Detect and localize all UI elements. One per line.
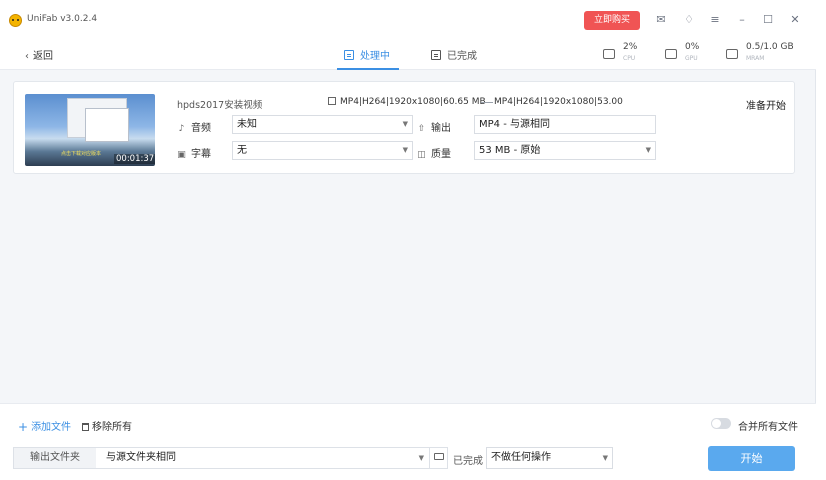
after-done-value: 不做任何操作 [491, 452, 551, 463]
task-card: 点击下载对应版本 00:01:37 hpds2017安装视频 MP4|H264|… [13, 81, 795, 174]
tab-processing-label: 处理中 [360, 51, 390, 62]
quality-label-text: 质量 [431, 149, 451, 160]
done-label: 已完成 [453, 456, 483, 467]
source-info: MP4|H264|1920x1080|60.65 MB [328, 97, 486, 107]
gpu-value: 0% [685, 42, 700, 52]
subtitle-select[interactable]: 无 ▼ [232, 141, 413, 160]
buy-button[interactable]: 立即购买 [584, 11, 640, 30]
memory-label: MRAM [746, 55, 765, 62]
output-folder-label: 输出文件夹 [13, 447, 97, 469]
active-tab-indicator [337, 68, 399, 70]
remove-all-label: 移除所有 [92, 422, 132, 433]
task-status: 准备开始 [746, 101, 786, 112]
chevron-left-icon: ‹ [25, 51, 29, 62]
app-logo-icon [9, 14, 22, 27]
gpu-label: GPU [685, 55, 698, 62]
open-folder-button[interactable] [429, 447, 448, 469]
output-label-text: 输出 [431, 123, 451, 134]
tab-processing[interactable]: 处理中 [344, 47, 390, 62]
back-button[interactable]: ‹ 返回 [25, 47, 53, 62]
title-bar: UniFab v3.0.2.4 立即购买 ✉ ♢ ≡ – ☐ ✕ [0, 0, 816, 40]
edit-icon[interactable] [328, 97, 336, 105]
plus-icon: + [18, 420, 29, 434]
maximize-icon[interactable]: ☐ [761, 13, 775, 27]
subtitle-label: ▣ 字幕 [177, 145, 211, 160]
add-file-button[interactable]: + 添加文件 [18, 418, 71, 434]
audio-label: ♪ 音频 [177, 119, 211, 134]
chevron-down-icon: ▼ [402, 120, 408, 128]
audio-label-text: 音频 [191, 123, 211, 134]
memory-icon [726, 49, 738, 59]
checklist-icon [431, 50, 441, 60]
output-format-value: MP4 - 与源相同 [479, 119, 550, 130]
export-icon: ⇧ [417, 124, 426, 134]
file-name: hpds2017安装视频 [177, 100, 263, 111]
thumbnail-window [85, 108, 129, 142]
chevron-down-icon: ▼ [602, 454, 608, 462]
output-folder-value: 与源文件夹相同 [106, 452, 176, 463]
remove-all-button[interactable]: 移除所有 [82, 418, 132, 433]
subtitle-select-value: 无 [237, 145, 247, 156]
cpu-label: CPU [623, 55, 636, 62]
app-title: UniFab v3.0.2.4 [27, 14, 98, 24]
tab-completed[interactable]: 已完成 [431, 47, 477, 62]
start-button[interactable]: 开始 [708, 446, 795, 471]
menu-icon[interactable]: ≡ [708, 13, 722, 27]
add-file-label: 添加文件 [31, 422, 72, 433]
output-label: ⇧ 输出 [417, 119, 451, 134]
mail-icon[interactable]: ✉ [654, 13, 668, 27]
cpu-value: 2% [623, 42, 638, 52]
folder-icon [433, 453, 444, 460]
merge-toggle[interactable] [711, 418, 731, 429]
video-duration: 00:01:37 [114, 154, 155, 164]
thumbnail-caption: 点击下载对应版本 [61, 151, 102, 157]
gpu-icon [665, 49, 677, 59]
quality-select-value: 53 MB - 原始 [479, 145, 541, 156]
trash-icon [82, 423, 89, 431]
tab-completed-label: 已完成 [447, 51, 477, 62]
source-info-text: MP4|H264|1920x1080|60.65 MB [340, 97, 486, 107]
cpu-icon [603, 49, 615, 59]
output-format-select[interactable]: MP4 - 与源相同 [474, 115, 656, 134]
merge-label: 合并所有文件 [738, 422, 798, 433]
app-window: UniFab v3.0.2.4 立即购买 ✉ ♢ ≡ – ☐ ✕ ‹ 返回 处理中… [0, 0, 816, 480]
quality-icon: ◫ [417, 150, 426, 160]
audio-select[interactable]: 未知 ▼ [232, 115, 413, 134]
back-label: 返回 [33, 51, 53, 62]
bottom-bar: + 添加文件 移除所有 合并所有文件 输出文件夹 与源文件夹相同 ▼ 已完成 不做任… [0, 403, 816, 480]
video-thumbnail[interactable]: 点击下载对应版本 00:01:37 [25, 94, 155, 166]
audio-select-value: 未知 [237, 119, 257, 130]
quality-select[interactable]: 53 MB - 原始 ▼ [474, 141, 656, 160]
chevron-down-icon: ▼ [402, 146, 408, 154]
subtitle-icon: ▣ [177, 150, 186, 160]
chevron-down-icon: ▼ [645, 146, 651, 154]
memory-value: 0.5/1.0 GB [746, 42, 794, 52]
target-info: MP4|H264|1920x1080|53.00 [494, 97, 623, 107]
shirt-icon[interactable]: ♢ [682, 13, 696, 27]
chevron-down-icon: ▼ [418, 454, 424, 462]
microphone-icon: ♪ [178, 124, 185, 134]
list-icon [344, 50, 354, 60]
subtitle-label-text: 字幕 [191, 149, 211, 160]
close-icon[interactable]: ✕ [788, 13, 802, 27]
toolbar: ‹ 返回 处理中 已完成 2% CPU 0% GPU 0.5/1.0 GB MRA… [0, 40, 816, 70]
arrow-right-icon [481, 102, 493, 103]
quality-label: ◫ 质量 [417, 145, 451, 160]
output-folder-select[interactable]: 与源文件夹相同 ▼ [96, 447, 430, 469]
minimize-icon[interactable]: – [735, 13, 749, 27]
after-done-select[interactable]: 不做任何操作 ▼ [486, 447, 613, 469]
